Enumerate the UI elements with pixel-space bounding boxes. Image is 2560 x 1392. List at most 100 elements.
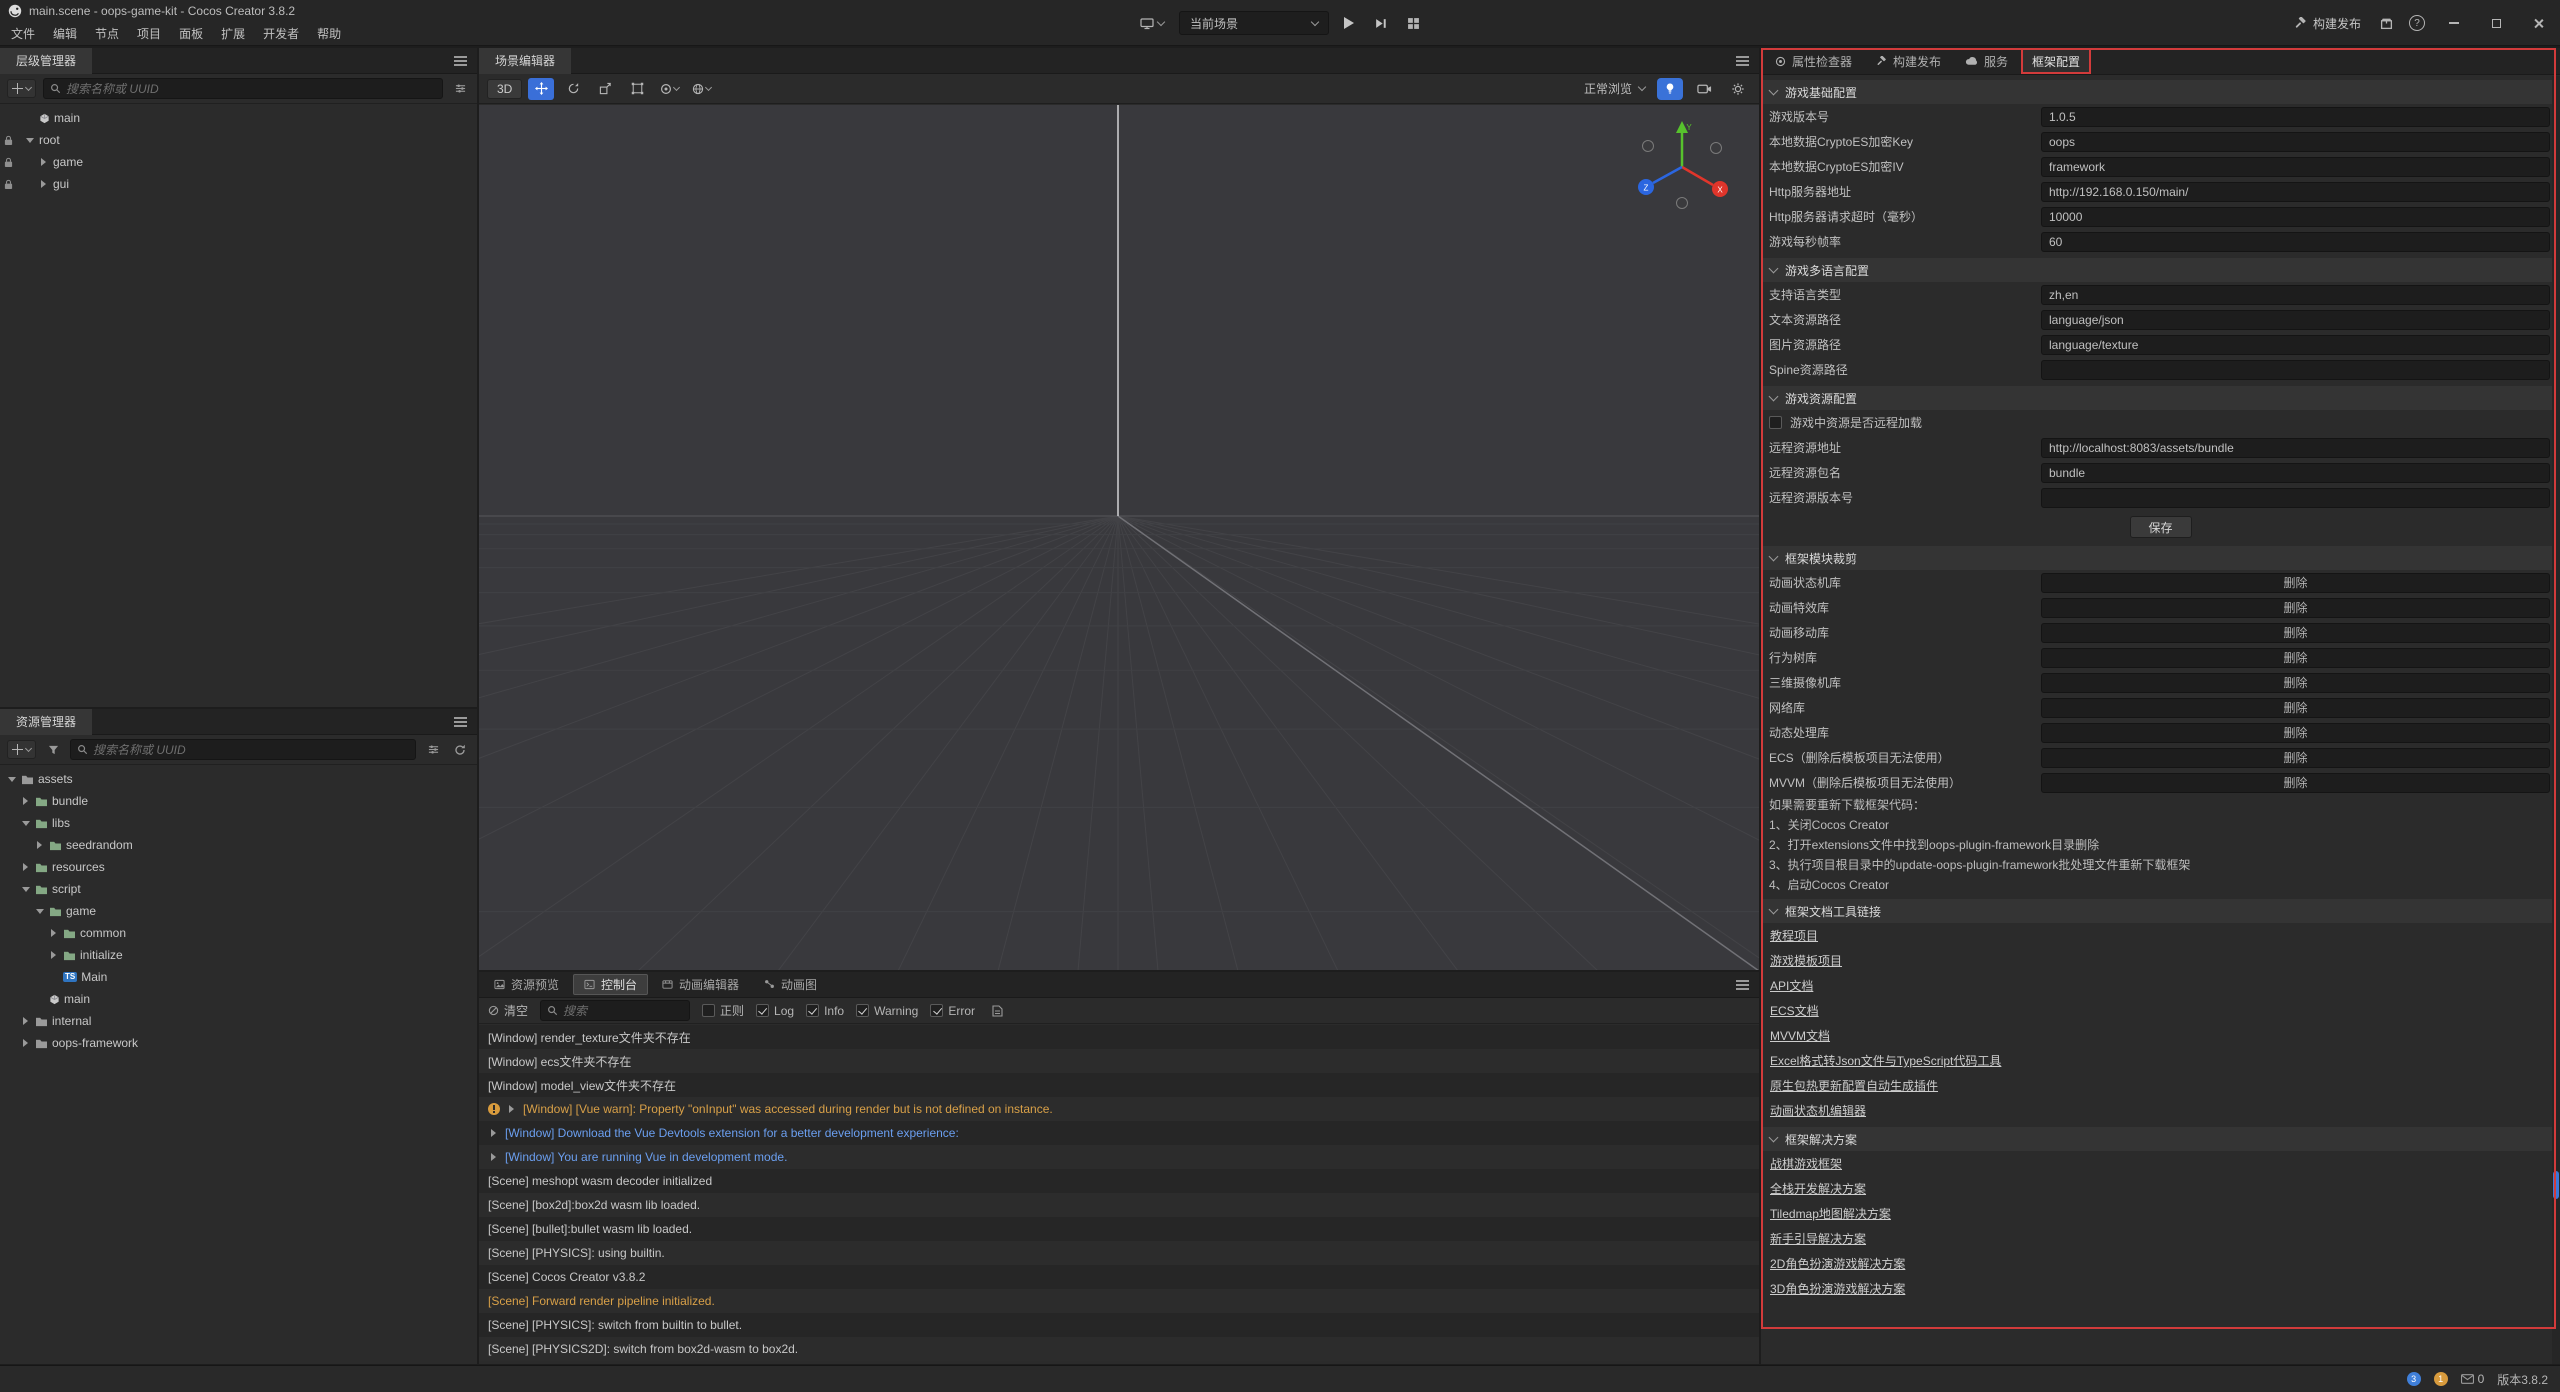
- minimize-button[interactable]: [2436, 8, 2472, 38]
- warning-count-badge[interactable]: 1: [2434, 1372, 2448, 1386]
- console-tab[interactable]: 动画图: [753, 974, 828, 995]
- section-header[interactable]: 框架文档工具链接: [1761, 899, 2560, 923]
- log-row[interactable]: [Scene] Cocos Creator v3.8.2: [479, 1265, 1759, 1289]
- menu-item[interactable]: 面板: [170, 22, 212, 46]
- close-button[interactable]: [2520, 8, 2556, 38]
- log-row[interactable]: [Scene] [box2d]:box2d wasm lib loaded.: [479, 1193, 1759, 1217]
- view-mode-select[interactable]: 正常浏览: [1580, 80, 1649, 97]
- console-tab[interactable]: 控制台: [573, 974, 648, 995]
- expand-arrow-icon[interactable]: [20, 821, 31, 826]
- asset-node[interactable]: seedrandom: [0, 834, 477, 856]
- asset-node[interactable]: resources: [0, 856, 477, 878]
- hierarchy-node[interactable]: main: [0, 107, 477, 129]
- console-tab[interactable]: 资源预览: [483, 974, 570, 995]
- console-filter[interactable]: 正则: [702, 1002, 744, 1019]
- field-input[interactable]: [2041, 132, 2550, 152]
- field-input[interactable]: [2041, 360, 2550, 380]
- scrollbar-thumb[interactable]: [2553, 1171, 2559, 1199]
- panel-menu-icon[interactable]: [454, 716, 467, 727]
- delete-button[interactable]: 删除: [2041, 573, 2550, 593]
- package-button[interactable]: [2375, 14, 2398, 33]
- scene-select[interactable]: 当前场景: [1179, 11, 1329, 35]
- doc-link[interactable]: 全栈开发解决方案: [1770, 1180, 1866, 1197]
- expand-arrow-icon[interactable]: [20, 797, 31, 805]
- console-tab[interactable]: 动画编辑器: [651, 974, 750, 995]
- delete-button[interactable]: 删除: [2041, 623, 2550, 643]
- panel-menu-icon[interactable]: [1736, 979, 1749, 990]
- mode-3d-button[interactable]: 3D: [487, 79, 522, 99]
- asset-node[interactable]: libs: [0, 812, 477, 834]
- field-input[interactable]: [2041, 310, 2550, 330]
- asset-node[interactable]: initialize: [0, 944, 477, 966]
- section-header[interactable]: 游戏多语言配置: [1761, 258, 2560, 282]
- doc-link[interactable]: 战棋游戏框架: [1770, 1155, 1842, 1172]
- doc-link[interactable]: 教程项目: [1770, 927, 1818, 944]
- doc-link[interactable]: 动画状态机编辑器: [1770, 1102, 1866, 1119]
- delete-button[interactable]: 删除: [2041, 723, 2550, 743]
- play-button[interactable]: [1339, 14, 1359, 32]
- log-row[interactable]: [Scene] [PHYSICS2D]: switch from box2d-w…: [479, 1337, 1759, 1361]
- info-count-badge[interactable]: 3: [2407, 1372, 2421, 1386]
- doc-link[interactable]: MVVM文档: [1770, 1027, 1830, 1044]
- expand-arrow-icon[interactable]: [488, 1153, 499, 1161]
- expand-arrow-icon[interactable]: [20, 863, 31, 871]
- menu-item[interactable]: 开发者: [254, 22, 308, 46]
- asset-node[interactable]: main: [0, 988, 477, 1010]
- lighting-toggle-button[interactable]: [1657, 78, 1683, 100]
- hierarchy-search-input[interactable]: [66, 82, 436, 96]
- expand-arrow-icon[interactable]: [506, 1105, 517, 1113]
- console-filter[interactable]: Log: [756, 1004, 794, 1018]
- version-label[interactable]: 版本3.8.2: [2497, 1371, 2548, 1388]
- build-publish-button[interactable]: 构建发布: [2286, 11, 2369, 36]
- filter-icon[interactable]: [423, 740, 443, 760]
- doc-link[interactable]: 2D角色扮演游戏解决方案: [1770, 1255, 1905, 1272]
- expand-arrow-icon[interactable]: [20, 1039, 31, 1047]
- field-input[interactable]: [2041, 438, 2550, 458]
- section-header[interactable]: 框架模块裁剪: [1761, 546, 2560, 570]
- field-input[interactable]: [2041, 285, 2550, 305]
- log-row[interactable]: [Window] render_texture文件夹不存在: [479, 1025, 1759, 1049]
- expand-arrow-icon[interactable]: [24, 138, 35, 143]
- field-input[interactable]: [2041, 157, 2550, 177]
- doc-link[interactable]: Excel格式转Json文件与TypeScript代码工具: [1770, 1052, 2001, 1069]
- filter-icon[interactable]: [450, 79, 470, 99]
- expand-arrow-icon[interactable]: [488, 1129, 499, 1137]
- layout-button[interactable]: [1402, 14, 1425, 33]
- section-header[interactable]: 游戏基础配置: [1761, 80, 2560, 104]
- scene-settings-button[interactable]: [1725, 78, 1751, 100]
- expand-arrow-icon[interactable]: [6, 777, 17, 782]
- field-input[interactable]: [2041, 182, 2550, 202]
- log-row[interactable]: [Window] ecs文件夹不存在: [479, 1049, 1759, 1073]
- checkbox-icon[interactable]: [806, 1004, 819, 1017]
- remote-load-checkbox[interactable]: [1769, 416, 1782, 429]
- axis-neg-z-ball[interactable]: [1711, 143, 1722, 154]
- scale-tool-button[interactable]: [592, 78, 618, 100]
- clear-console-button[interactable]: 清空: [488, 1002, 528, 1019]
- expand-arrow-icon[interactable]: [34, 841, 45, 849]
- log-row[interactable]: [Scene] Forward render pipeline initiali…: [479, 1289, 1759, 1313]
- asset-node[interactable]: game: [0, 900, 477, 922]
- scene-camera-button[interactable]: [1691, 78, 1717, 100]
- inspector-tab[interactable]: 框架配置: [2021, 48, 2091, 74]
- inspector-scrollbar[interactable]: [2552, 76, 2560, 1364]
- save-button[interactable]: 保存: [2130, 516, 2192, 538]
- doc-link[interactable]: 原生包热更新配置自动生成插件: [1770, 1077, 1938, 1094]
- doc-link[interactable]: API文档: [1770, 977, 1813, 994]
- menu-item[interactable]: 文件: [2, 22, 44, 46]
- assets-tab[interactable]: 资源管理器: [0, 709, 92, 735]
- field-input[interactable]: [2041, 463, 2550, 483]
- axis-gizmo[interactable]: X Z Y: [1627, 109, 1737, 219]
- asset-node[interactable]: common: [0, 922, 477, 944]
- field-input[interactable]: [2041, 107, 2550, 127]
- inspector-tab[interactable]: 构建发布: [1865, 48, 1952, 74]
- log-row[interactable]: [Window] Download the Vue Devtools exten…: [479, 1121, 1759, 1145]
- create-node-button[interactable]: [7, 79, 36, 98]
- log-row[interactable]: [Window] model_view文件夹不存在: [479, 1073, 1759, 1097]
- field-input[interactable]: [2041, 232, 2550, 252]
- section-header[interactable]: 游戏资源配置: [1761, 386, 2560, 410]
- expand-arrow-icon[interactable]: [20, 887, 31, 892]
- delete-button[interactable]: 删除: [2041, 698, 2550, 718]
- scene-tab[interactable]: 场景编辑器: [479, 48, 571, 74]
- delete-button[interactable]: 删除: [2041, 773, 2550, 793]
- doc-link[interactable]: 游戏模板项目: [1770, 952, 1842, 969]
